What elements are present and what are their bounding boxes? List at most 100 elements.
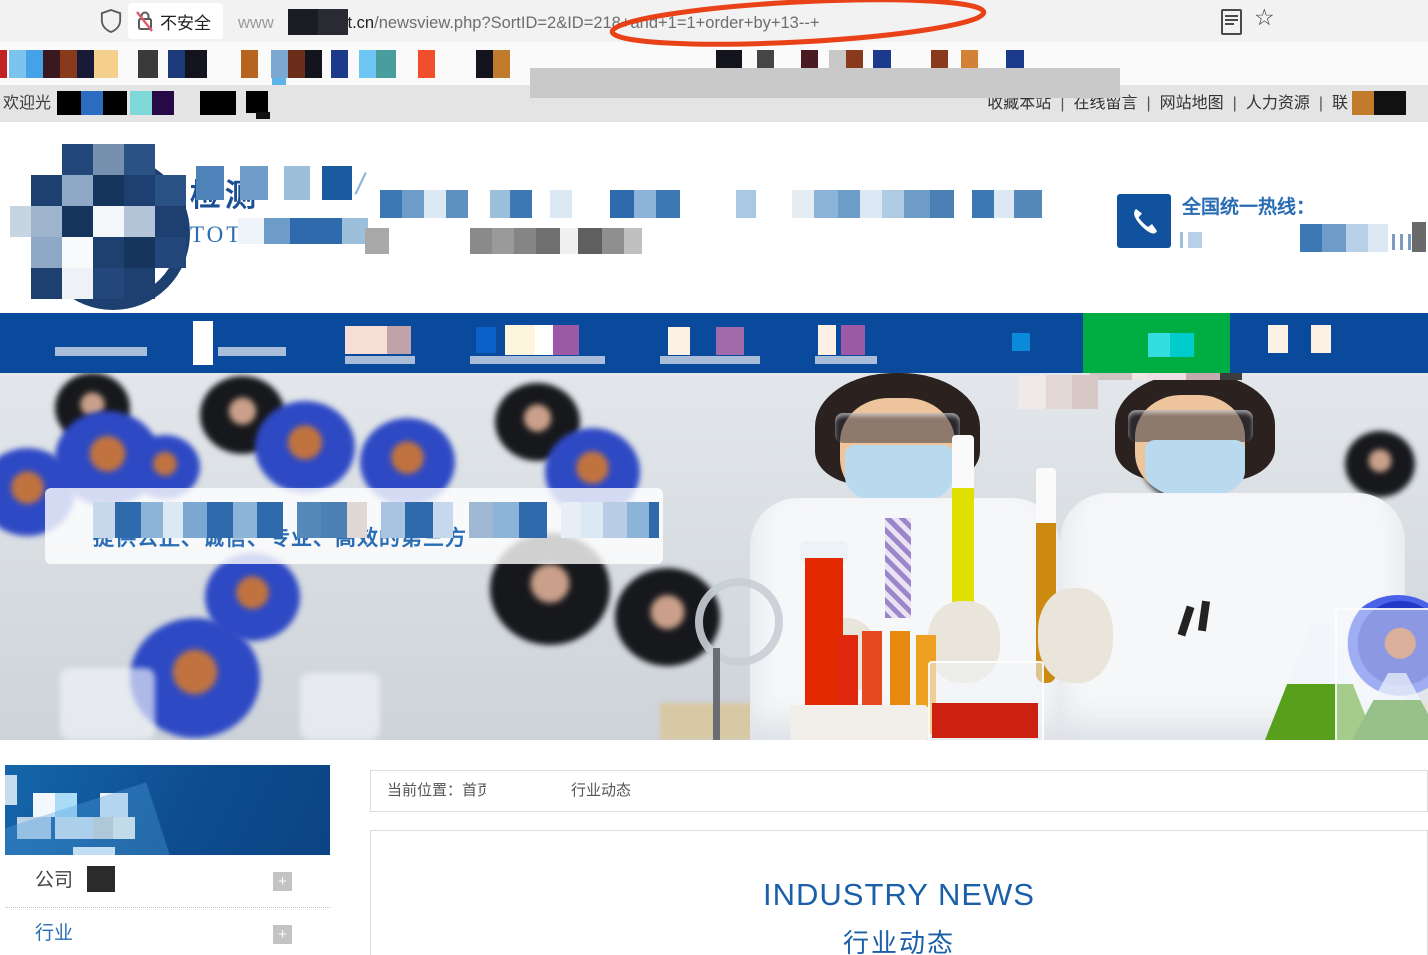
redaction-block bbox=[1408, 234, 1411, 250]
sidebar-item-label: 行业 bbox=[35, 923, 74, 944]
redaction-block bbox=[93, 817, 113, 839]
redaction-block bbox=[33, 793, 55, 817]
bookmark-star-icon[interactable]: ☆ bbox=[1254, 4, 1275, 31]
hero-banner: 提供公正、诚信、专业、高效的第三方 bbox=[0, 373, 1428, 740]
topbar-link[interactable]: 联 bbox=[1332, 95, 1348, 112]
redaction-block bbox=[345, 326, 387, 354]
brand-slash: / bbox=[356, 168, 365, 201]
redaction-block bbox=[1186, 373, 1220, 380]
topbar-link[interactable]: 人力资源 bbox=[1246, 95, 1310, 112]
redaction-block bbox=[470, 228, 492, 254]
redaction-block bbox=[1352, 91, 1374, 115]
topbar-link[interactable]: 网站地图 bbox=[1160, 95, 1224, 112]
redaction-block bbox=[561, 502, 581, 538]
redaction-block bbox=[814, 190, 838, 218]
redaction-block bbox=[476, 50, 493, 78]
redaction-block bbox=[233, 502, 257, 538]
browser-toolbar: 不安全 www t.cn/newsview.php?SortID=2&ID=21… bbox=[0, 0, 1428, 43]
redaction-block bbox=[602, 228, 624, 254]
breadcrumb: 当前位置：首页 行业动态 bbox=[370, 770, 1428, 812]
redaction-block bbox=[418, 50, 435, 78]
glass-vial bbox=[60, 668, 155, 740]
redaction-block bbox=[1412, 222, 1426, 252]
banner-slogan-box: 提供公正、诚信、专业、高效的第三方 bbox=[45, 488, 663, 564]
redaction-block bbox=[634, 190, 656, 218]
redaction-block bbox=[380, 190, 402, 218]
redaction-block bbox=[535, 325, 553, 355]
expand-plus-icon[interactable]: + bbox=[273, 872, 292, 891]
url-redaction-block bbox=[317, 9, 348, 35]
redaction-block bbox=[124, 237, 155, 268]
redaction-block bbox=[1014, 190, 1042, 218]
redaction-block bbox=[264, 218, 290, 244]
redaction-block bbox=[1170, 333, 1194, 357]
sidebar-header bbox=[5, 765, 330, 855]
reader-mode-icon[interactable] bbox=[1221, 9, 1242, 35]
section-title-en: INDUSTRY NEWS bbox=[763, 877, 1035, 912]
redaction-block bbox=[141, 502, 163, 538]
redaction-block bbox=[716, 327, 744, 355]
redaction-block bbox=[818, 325, 836, 355]
section-title-zh: 行业动态 bbox=[842, 928, 955, 955]
glass-vial bbox=[300, 673, 380, 740]
redaction-block bbox=[387, 326, 411, 354]
redaction-block bbox=[207, 502, 233, 538]
redaction-block bbox=[271, 50, 288, 78]
redaction-block bbox=[381, 502, 405, 538]
redaction-block bbox=[1072, 375, 1098, 409]
sidebar-item-label: 公司 bbox=[35, 870, 74, 891]
redaction-block bbox=[115, 502, 141, 538]
redaction-block bbox=[493, 502, 519, 538]
redaction-block bbox=[138, 50, 158, 78]
redaction-block bbox=[124, 144, 155, 175]
address-bar[interactable]: www t.cn/newsview.php?SortID=2&ID=218+an… bbox=[238, 9, 819, 35]
redaction-block bbox=[93, 175, 124, 206]
beaker-glass bbox=[1335, 608, 1428, 740]
redaction-block bbox=[77, 50, 94, 78]
site-header: 检测 / TOTAL-TEST / 全国统一热线： bbox=[0, 122, 1428, 313]
redaction-block bbox=[5, 775, 17, 805]
redaction-block bbox=[193, 321, 213, 365]
redaction-block bbox=[62, 237, 93, 268]
redaction-block bbox=[994, 190, 1014, 218]
redaction-block bbox=[196, 166, 224, 200]
redaction-block bbox=[510, 190, 532, 218]
redaction-block bbox=[345, 356, 415, 364]
redaction-block bbox=[514, 228, 536, 254]
sidebar-item-industry[interactable]: 行业 + bbox=[5, 908, 330, 955]
redaction-block bbox=[1400, 234, 1403, 250]
redaction-block bbox=[469, 502, 493, 538]
expand-plus-icon[interactable]: + bbox=[273, 925, 292, 944]
redaction-block bbox=[433, 502, 453, 538]
redaction-block bbox=[113, 817, 135, 839]
redaction-block bbox=[62, 206, 93, 237]
redaction-block bbox=[57, 91, 81, 115]
redaction-block bbox=[31, 175, 62, 206]
redaction-block bbox=[163, 502, 183, 538]
redaction-block bbox=[62, 144, 93, 175]
redaction-block bbox=[94, 50, 118, 78]
redaction-block bbox=[31, 206, 62, 237]
redaction-block bbox=[1146, 373, 1186, 380]
scientist2-glove bbox=[1038, 588, 1113, 683]
redaction-block bbox=[87, 866, 116, 892]
scientist2-mask bbox=[1145, 440, 1245, 498]
company-logo[interactable] bbox=[10, 144, 193, 310]
site-security-chip[interactable]: 不安全 bbox=[128, 3, 223, 39]
redaction-block bbox=[578, 228, 602, 254]
breadcrumb-label[interactable]: 当前位置：首页 bbox=[387, 771, 492, 811]
redaction-block bbox=[55, 347, 147, 356]
redaction-block bbox=[405, 502, 433, 538]
redaction-block bbox=[124, 206, 155, 237]
shield-icon[interactable] bbox=[100, 9, 122, 33]
phone-icon bbox=[1117, 194, 1171, 248]
hotline-label: 全国统一热线： bbox=[1182, 197, 1316, 218]
sidebar-item-company[interactable]: 公司 + bbox=[5, 855, 330, 908]
redaction-block bbox=[9, 50, 26, 78]
redaction-block bbox=[124, 268, 155, 299]
scientist2-goggles bbox=[1128, 410, 1253, 442]
redaction-block bbox=[603, 502, 627, 538]
main-nav[interactable] bbox=[0, 313, 1428, 373]
page-content: 公司 + 行业 + 当前位置：首页 行业动态 INDUSTRY NEWS 行业动… bbox=[0, 740, 1428, 955]
redaction-block bbox=[93, 144, 124, 175]
